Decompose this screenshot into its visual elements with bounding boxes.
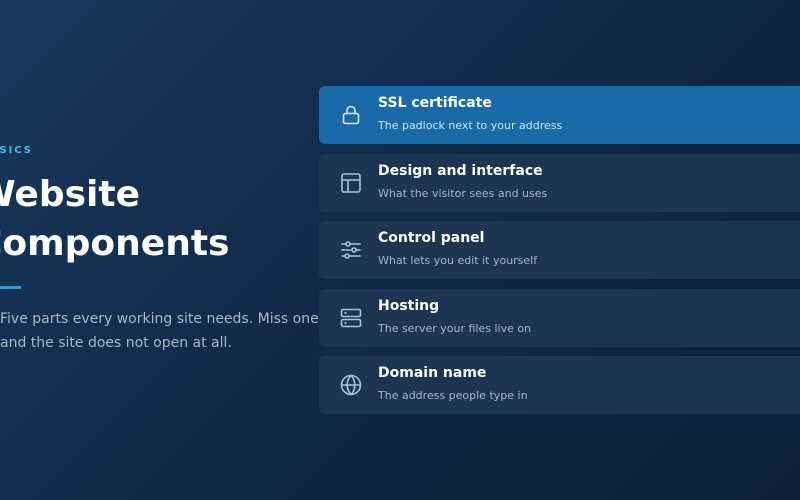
description-line-1: Five parts every working site needs. Mis… <box>0 311 319 327</box>
description-line-2: and the site does not open at all. <box>0 335 232 351</box>
component-title: Design and interface <box>378 162 543 179</box>
accent-divider <box>0 286 21 289</box>
component-card-hosting[interactable]: Hosting The server your files live on <box>319 288 800 347</box>
sliders-icon <box>339 238 363 262</box>
page-title: Website Components <box>0 170 229 268</box>
component-subtitle: What the visitor sees and uses <box>378 186 548 200</box>
page-title-line-1: Website <box>0 174 141 215</box>
component-subtitle: The padlock next to your address <box>378 119 563 132</box>
page-description: Five parts every working site needs. Mis… <box>0 307 319 355</box>
component-card-domain[interactable]: Domain name The address people type in <box>319 356 800 414</box>
component-card-design[interactable]: Design and interface What the visitor se… <box>319 153 800 212</box>
component-card-ssl[interactable]: SSL certificate The padlock next to your… <box>319 86 800 144</box>
page-title-line-2: Components <box>0 223 230 264</box>
hero-section: BASICS Website Components Five parts eve… <box>0 0 319 500</box>
component-title: Domain name <box>378 365 487 381</box>
section-eyebrow: BASICS <box>0 145 34 156</box>
component-subtitle: The address people type in <box>378 389 528 402</box>
globe-icon <box>339 373 363 397</box>
component-card-control-panel[interactable]: Control panel What lets you edit it your… <box>319 221 800 279</box>
padlock-icon <box>339 103 363 127</box>
component-title: Control panel <box>378 230 485 246</box>
layout-icon <box>339 171 363 195</box>
component-subtitle: What lets you edit it yourself <box>378 254 538 267</box>
component-subtitle: The server your files live on <box>378 321 532 335</box>
components-list: SSL certificate The padlock next to your… <box>319 86 800 424</box>
server-icon <box>339 306 363 330</box>
component-title: SSL certificate <box>378 95 492 111</box>
component-title: Hosting <box>378 297 440 314</box>
